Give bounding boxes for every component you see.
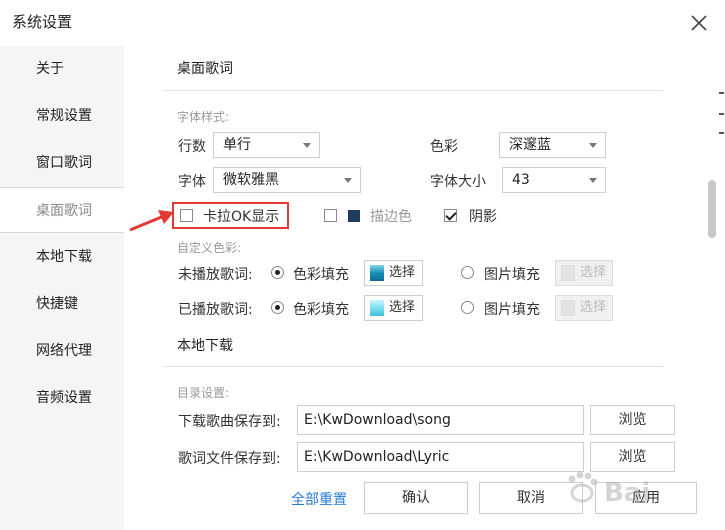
section-title-desktop-lyrics: 桌面歌词 xyxy=(177,61,233,77)
svg-text:Bai: Bai xyxy=(604,478,650,508)
sidebar-item-about[interactable]: 关于 xyxy=(0,46,124,92)
font-style-heading: 字体样式: xyxy=(177,110,230,124)
rows-select[interactable]: 单行 xyxy=(213,132,320,158)
sidebar-item-audio[interactable]: 音频设置 xyxy=(0,375,124,421)
rows-label: 行数 xyxy=(178,139,206,155)
scrollbar-thumb[interactable] xyxy=(708,180,716,238)
sidebar-item-proxy[interactable]: 网络代理 xyxy=(0,328,124,374)
color-label: 色彩 xyxy=(430,139,458,155)
outline-checkbox[interactable] xyxy=(324,209,337,222)
unplayed-color-fill-radio[interactable] xyxy=(271,266,284,279)
annotation-highlight-box xyxy=(172,202,289,229)
color-select-value: 深邃蓝 xyxy=(509,137,551,153)
lyric-path-input[interactable]: E:\KwDownload\Lyric xyxy=(297,442,584,472)
image-swatch-icon xyxy=(561,300,575,316)
chevron-down-icon xyxy=(589,143,597,148)
song-path-input[interactable]: E:\KwDownload\song xyxy=(297,405,584,435)
played-select-image-button[interactable]: 选择 xyxy=(555,295,613,321)
font-select[interactable]: 微软雅黑 xyxy=(213,167,361,193)
chevron-down-icon xyxy=(303,143,311,148)
baidu-paw-icon: Bai xyxy=(568,471,650,508)
dir-settings-heading: 目录设置: xyxy=(177,386,230,400)
shadow-label: 阴影 xyxy=(469,209,497,225)
reset-all-link[interactable]: 全部重置 xyxy=(291,489,347,509)
unplayed-color-fill-label: 色彩填充 xyxy=(293,267,349,283)
watermark-logo: Bai xyxy=(560,467,710,513)
rows-select-value: 单行 xyxy=(223,137,251,153)
font-select-value: 微软雅黑 xyxy=(223,172,279,188)
unplayed-image-fill-label: 图片填充 xyxy=(484,267,540,283)
sidebar: 关于 常规设置 窗口歌词 桌面歌词 本地下载 快捷键 网络代理 音频设置 xyxy=(0,46,124,530)
annotation-arrow-icon xyxy=(129,210,174,232)
played-image-fill-label: 图片填充 xyxy=(484,302,540,318)
unplayed-label: 未播放歌词: xyxy=(178,267,253,283)
title-bar: 系统设置 xyxy=(0,0,725,46)
divider xyxy=(163,366,663,367)
section-title-local-download: 本地下载 xyxy=(177,338,233,354)
outline-label: 描边色 xyxy=(370,209,412,225)
sidebar-item-shortcuts[interactable]: 快捷键 xyxy=(0,281,124,327)
chevron-down-icon xyxy=(344,178,352,183)
song-path-label: 下载歌曲保存到: xyxy=(178,414,281,430)
lyric-path-label: 歌词文件保存到: xyxy=(178,451,281,467)
window-title: 系统设置 xyxy=(12,13,73,31)
unplayed-select-color-button[interactable]: 选择 xyxy=(364,260,423,286)
sidebar-item-local-download[interactable]: 本地下载 xyxy=(0,234,124,280)
font-size-select[interactable]: 43 xyxy=(502,167,606,193)
unplayed-image-fill-radio[interactable] xyxy=(461,266,474,279)
custom-color-heading: 自定义色彩: xyxy=(177,241,242,255)
font-label: 字体 xyxy=(178,174,206,190)
unplayed-select-image-button[interactable]: 选择 xyxy=(555,260,613,286)
background-window-edge xyxy=(715,60,725,500)
close-icon xyxy=(691,15,707,31)
close-button[interactable] xyxy=(688,12,710,34)
sidebar-item-desktop-lyrics[interactable]: 桌面歌词 xyxy=(0,187,124,233)
color-select[interactable]: 深邃蓝 xyxy=(499,132,606,158)
confirm-button[interactable]: 确认 xyxy=(364,482,468,514)
shadow-checkbox[interactable] xyxy=(444,209,457,222)
image-swatch-icon xyxy=(561,265,575,281)
sidebar-item-window-lyrics[interactable]: 窗口歌词 xyxy=(0,140,124,186)
song-browse-button[interactable]: 浏览 xyxy=(590,405,675,435)
played-color-fill-label: 色彩填充 xyxy=(293,302,349,318)
chevron-down-icon xyxy=(589,178,597,183)
divider xyxy=(163,90,663,91)
played-label: 已播放歌词: xyxy=(178,302,253,318)
sidebar-item-general[interactable]: 常规设置 xyxy=(0,93,124,139)
played-select-color-button[interactable]: 选择 xyxy=(364,295,423,321)
color-swatch-icon xyxy=(370,265,384,281)
played-image-fill-radio[interactable] xyxy=(461,301,474,314)
outline-color-swatch[interactable] xyxy=(348,210,360,222)
font-size-select-value: 43 xyxy=(512,172,530,188)
played-color-fill-radio[interactable] xyxy=(271,301,284,314)
color-swatch-icon xyxy=(370,300,384,316)
font-size-label: 字体大小 xyxy=(430,174,486,190)
